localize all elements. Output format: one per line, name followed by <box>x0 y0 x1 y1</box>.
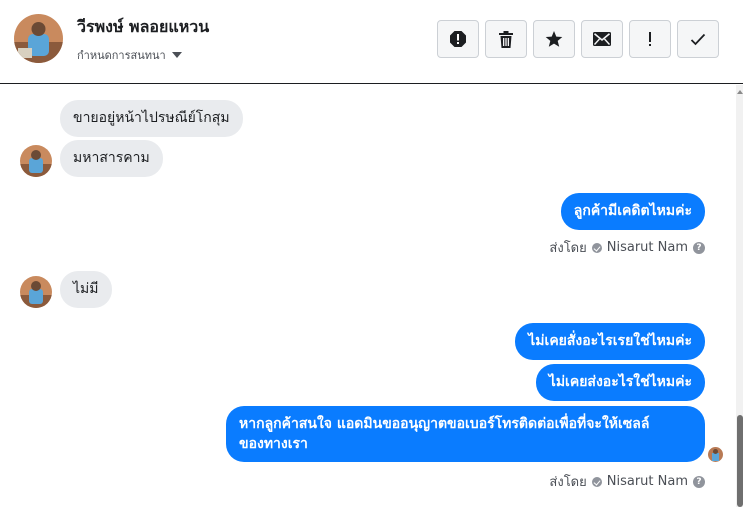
scrollbar-thumb[interactable] <box>737 415 743 507</box>
verified-check-icon <box>591 476 602 487</box>
sent-by-label: ส่งโดย <box>549 475 587 490</box>
incoming-message: ไม่มี <box>60 271 112 308</box>
contact-avatar-small <box>20 276 52 308</box>
message-line: ของทางเรา <box>239 436 308 452</box>
checkmark-icon <box>690 33 706 45</box>
contact-name: วีรพงษ์ พลอยแหวน <box>77 17 210 36</box>
mark-done-button[interactable] <box>677 20 719 58</box>
star-icon <box>545 31 563 47</box>
conversation-settings-label: กำหนดการสนทนา <box>77 49 166 62</box>
help-icon[interactable]: ? <box>693 241 705 254</box>
sent-by-info: ส่งโดย Nisarut Nam ? <box>549 237 705 258</box>
envelope-icon <box>593 32 611 46</box>
follow-up-button[interactable] <box>629 20 671 58</box>
conversation-header: วีรพงษ์ พลอยแหวน กำหนดการสนทนา <box>0 0 743 84</box>
sent-by-label: ส่งโดย <box>549 241 587 256</box>
scroll-up-arrow-icon[interactable] <box>737 90 743 94</box>
incoming-message: ขายอยู่หน้าไปรษณีย์โกสุม <box>60 100 243 137</box>
contact-avatar[interactable] <box>14 14 63 63</box>
sent-by-agent: Nisarut Nam <box>606 240 688 255</box>
mark-spam-button[interactable] <box>437 20 479 58</box>
outgoing-message: ลูกค้ามีเคดิตไหมค่ะ <box>560 193 705 230</box>
star-button[interactable] <box>533 20 575 58</box>
sent-by-info: ส่งโดย Nisarut Nam ? <box>549 471 705 492</box>
conversation-settings-dropdown[interactable]: กำหนดการสนทนา <box>77 46 182 64</box>
delete-button[interactable] <box>485 20 527 58</box>
outgoing-message: ไม่เคยส่งอะไรใช่ไหมค่ะ <box>535 364 705 401</box>
sent-by-agent: Nisarut Nam <box>606 474 688 489</box>
mark-unread-button[interactable] <box>581 20 623 58</box>
alert-circle-icon <box>450 31 466 47</box>
seen-avatar <box>708 447 723 462</box>
message-line: หากลูกค้าสนใจ แอดมินขออนุญาตขอเบอร์โทรติ… <box>239 416 650 432</box>
conversation-toolbar <box>437 20 719 58</box>
incoming-message: มหาสารคาม <box>60 140 163 177</box>
verified-check-icon <box>591 242 602 253</box>
outgoing-message: ไม่เคยสั่งอะไรเรยใช่ไหมค่ะ <box>515 323 705 360</box>
exclamation-icon <box>649 32 651 46</box>
caret-down-icon <box>171 52 182 58</box>
outgoing-message: หากลูกค้าสนใจ แอดมินขออนุญาตขอเบอร์โทรติ… <box>226 406 705 462</box>
help-icon[interactable]: ? <box>693 475 705 488</box>
message-thread[interactable]: ขายอยู่หน้าไปรษณีย์โกสุม มหาสารคาม ลูกค้… <box>0 85 736 507</box>
trash-icon <box>499 30 513 48</box>
contact-avatar-small <box>20 145 52 177</box>
